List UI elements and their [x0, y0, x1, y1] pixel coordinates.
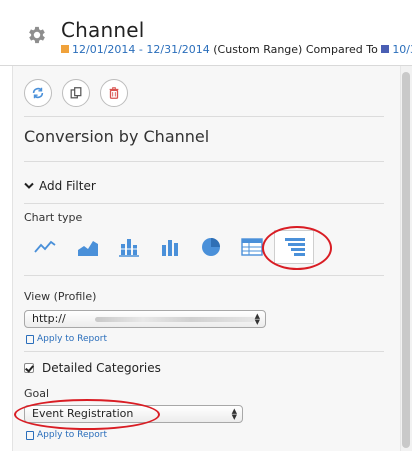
divider — [24, 203, 384, 204]
scrollbar-thumb[interactable] — [402, 72, 410, 448]
chevron-down-icon — [24, 182, 34, 189]
bar-chart-icon — [162, 240, 178, 256]
divider — [24, 116, 384, 117]
date-range-line: 12/01/2014 - 12/31/2014 (Custom Range) C… — [61, 43, 412, 56]
primary-range-swatch — [61, 45, 69, 53]
document-icon — [26, 430, 34, 440]
view-profile-select[interactable]: http:// ▲ ▼ — [24, 310, 266, 328]
delete-button[interactable] — [100, 79, 128, 107]
widget-title: Conversion by Channel — [24, 127, 210, 146]
report-header: Channel 12/01/2014 - 12/31/2014 (Custom … — [0, 0, 412, 66]
add-filter-label: Add Filter — [39, 179, 96, 193]
chart-type-pie[interactable] — [199, 236, 223, 258]
chart-type-table[interactable] — [240, 236, 264, 258]
divider — [24, 161, 384, 162]
refresh-icon — [32, 87, 44, 99]
chart-type-area[interactable] — [76, 236, 100, 258]
select-arrows-icon: ▲ ▼ — [231, 407, 237, 421]
stacked-bar-chart-icon — [119, 239, 139, 257]
chart-type-stacked-bar[interactable] — [117, 236, 141, 258]
chart-type-line[interactable] — [33, 236, 57, 258]
divider — [24, 351, 384, 352]
detailed-categories-label: Detailed Categories — [42, 361, 161, 375]
view-apply-label: Apply to Report — [37, 334, 108, 344]
line-chart-icon — [34, 240, 56, 253]
table-icon — [241, 238, 263, 256]
document-icon — [26, 334, 34, 344]
copy-button[interactable] — [62, 79, 90, 107]
compare-range-swatch — [381, 45, 390, 53]
view-profile-label: View (Profile) — [24, 290, 97, 303]
chart-type-label: Chart type — [24, 211, 83, 224]
widget-settings-panel — [12, 66, 400, 451]
view-profile-value: http:// — [32, 312, 66, 325]
primary-date-range[interactable]: 12/01/2014 - 12/31/2014 — [72, 43, 210, 56]
goal-label: Goal — [24, 387, 50, 400]
refresh-button[interactable] — [24, 79, 52, 107]
detailed-categories-checkbox[interactable] — [24, 363, 34, 373]
copy-icon — [70, 87, 82, 99]
pie-chart-icon — [202, 238, 220, 256]
area-chart-icon — [78, 241, 98, 256]
highlight-ellipse-goal — [14, 399, 160, 430]
range-type-label: (Custom Range) Compared To — [213, 43, 378, 56]
detailed-categories-row[interactable]: Detailed Categories — [24, 361, 161, 375]
divider — [24, 275, 384, 276]
gear-icon[interactable] — [26, 24, 48, 46]
redacted-url — [95, 317, 255, 322]
goal-apply-label: Apply to Report — [37, 430, 108, 440]
chart-type-bar[interactable] — [158, 236, 182, 258]
highlight-ellipse-funnel — [262, 226, 332, 270]
select-arrows-icon: ▲ ▼ — [254, 312, 260, 326]
goal-apply-to-report-link[interactable]: Apply to Report — [26, 430, 107, 440]
page-title: Channel — [61, 18, 145, 42]
compare-date-range[interactable]: 10/31/ — [392, 43, 412, 56]
add-filter-toggle[interactable]: Add Filter — [24, 179, 96, 193]
trash-icon — [109, 87, 119, 99]
view-apply-to-report-link[interactable]: Apply to Report — [26, 334, 107, 344]
